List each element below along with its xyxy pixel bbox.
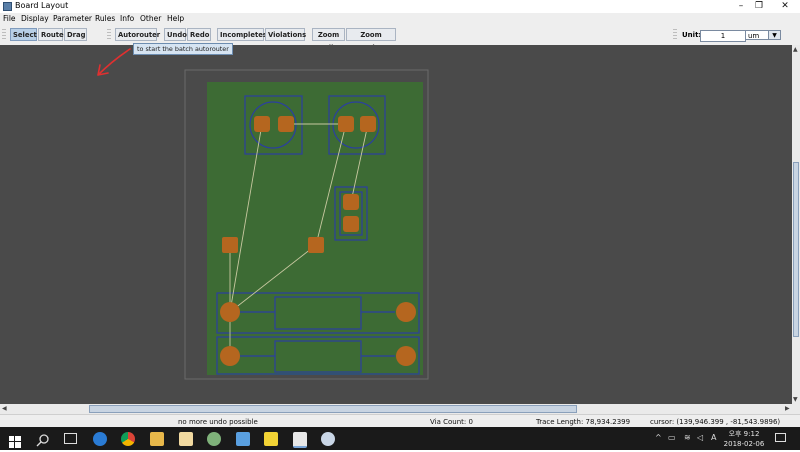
cursor-position: cursor: (139,946.399 , -81,543.9896) xyxy=(650,418,781,426)
violations-button[interactable]: Violations xyxy=(265,28,306,41)
toolbar: Select Route Drag Autorouter Undo Redo I… xyxy=(0,25,800,52)
pad xyxy=(220,302,240,322)
pad xyxy=(278,116,294,132)
notification-icon[interactable] xyxy=(775,433,786,442)
redo-button[interactable]: Redo xyxy=(187,28,211,41)
pad xyxy=(343,216,359,232)
kakaotalk-icon[interactable] xyxy=(264,432,278,446)
scroll-right-icon[interactable]: ▶ xyxy=(785,405,790,412)
chevron-down-icon[interactable]: ▼ xyxy=(768,30,781,40)
battery-icon[interactable]: ▭ xyxy=(668,433,676,442)
trace-length: Trace Length: 78,934.2399 xyxy=(536,418,631,426)
menu-parameter[interactable]: Parameter xyxy=(53,14,92,23)
menu-display[interactable]: Display xyxy=(21,14,49,23)
windows-start-icon[interactable] xyxy=(9,433,21,448)
board-canvas[interactable] xyxy=(0,45,792,404)
volume-icon[interactable]: ◁ xyxy=(697,433,703,442)
status-bar: no more undo possible Via Count: 0 Trace… xyxy=(0,414,800,428)
menu-bar: File Display Parameter Rules Info Other … xyxy=(0,13,800,25)
clock-time: 오후 9:12 xyxy=(728,430,760,438)
clock-date: 2018-02-06 xyxy=(723,440,765,448)
ime-indicator[interactable]: A xyxy=(711,433,716,442)
horizontal-scroll-thumb[interactable] xyxy=(89,405,577,413)
undo-button[interactable]: Undo xyxy=(164,28,187,41)
file-explorer-icon[interactable] xyxy=(150,432,164,446)
menu-help[interactable]: Help xyxy=(167,14,184,23)
pad xyxy=(396,346,416,366)
window-title: Board Layout xyxy=(15,1,69,10)
pad xyxy=(396,302,416,322)
app-icon[interactable] xyxy=(207,432,221,446)
pad xyxy=(338,116,354,132)
route-button[interactable]: Route xyxy=(38,28,64,41)
task-view-icon[interactable] xyxy=(64,433,77,444)
toolbar-grip[interactable] xyxy=(107,29,111,41)
menu-rules[interactable]: Rules xyxy=(95,14,115,23)
edge-icon[interactable] xyxy=(93,432,107,446)
status-message: no more undo possible xyxy=(178,418,258,426)
document-icon[interactable] xyxy=(179,432,193,446)
pad xyxy=(254,116,270,132)
vertical-scroll-thumb[interactable] xyxy=(793,162,799,337)
app-icon[interactable] xyxy=(236,432,250,446)
incompletes-button[interactable]: Incompletes xyxy=(217,28,267,41)
toolbar-grip[interactable] xyxy=(2,29,6,41)
select-button[interactable]: Select xyxy=(10,28,37,41)
board-drawing[interactable] xyxy=(0,45,792,404)
pcb-board xyxy=(207,82,423,375)
scroll-up-icon[interactable]: ▲ xyxy=(793,46,798,53)
title-bar: Board Layout – ❐ ✕ xyxy=(0,0,800,13)
annotation-arrow xyxy=(97,48,131,76)
unit-input[interactable]: 1 xyxy=(700,30,746,42)
wifi-icon[interactable]: ≋ xyxy=(684,433,691,442)
pad xyxy=(222,237,238,253)
chevron-up-icon[interactable]: ^ xyxy=(655,433,662,442)
pad xyxy=(220,346,240,366)
scroll-down-icon[interactable]: ▼ xyxy=(793,396,798,403)
zoom-region-button[interactable]: Zoom Region xyxy=(346,28,396,52)
zoom-all-button[interactable]: Zoom All xyxy=(312,28,345,52)
menu-info[interactable]: Info xyxy=(120,14,134,23)
clock[interactable]: 오후 9:12 2018-02-06 xyxy=(720,429,768,449)
app-icon[interactable] xyxy=(321,432,335,446)
toolbar-grip[interactable] xyxy=(673,29,677,41)
scroll-left-icon[interactable]: ◀ xyxy=(2,405,7,412)
pad xyxy=(343,194,359,210)
taskbar: ^ ▭ ≋ ◁ A 오후 9:12 2018-02-06 xyxy=(0,427,800,450)
menu-file[interactable]: File xyxy=(3,14,16,23)
app-icon xyxy=(3,2,12,11)
unit-label: Unit: xyxy=(682,31,702,39)
pad xyxy=(360,116,376,132)
pad xyxy=(308,237,324,253)
search-icon[interactable] xyxy=(36,432,50,447)
drag-button[interactable]: Drag xyxy=(64,28,87,41)
close-button[interactable]: ✕ xyxy=(770,0,800,13)
java-icon[interactable] xyxy=(293,432,307,448)
menu-other[interactable]: Other xyxy=(140,14,161,23)
via-count: Via Count: 0 xyxy=(430,418,473,426)
chrome-icon[interactable] xyxy=(121,432,135,446)
autorouter-button[interactable]: Autorouter xyxy=(115,28,160,41)
autorouter-tooltip: to start the batch autorouter xyxy=(133,43,233,55)
